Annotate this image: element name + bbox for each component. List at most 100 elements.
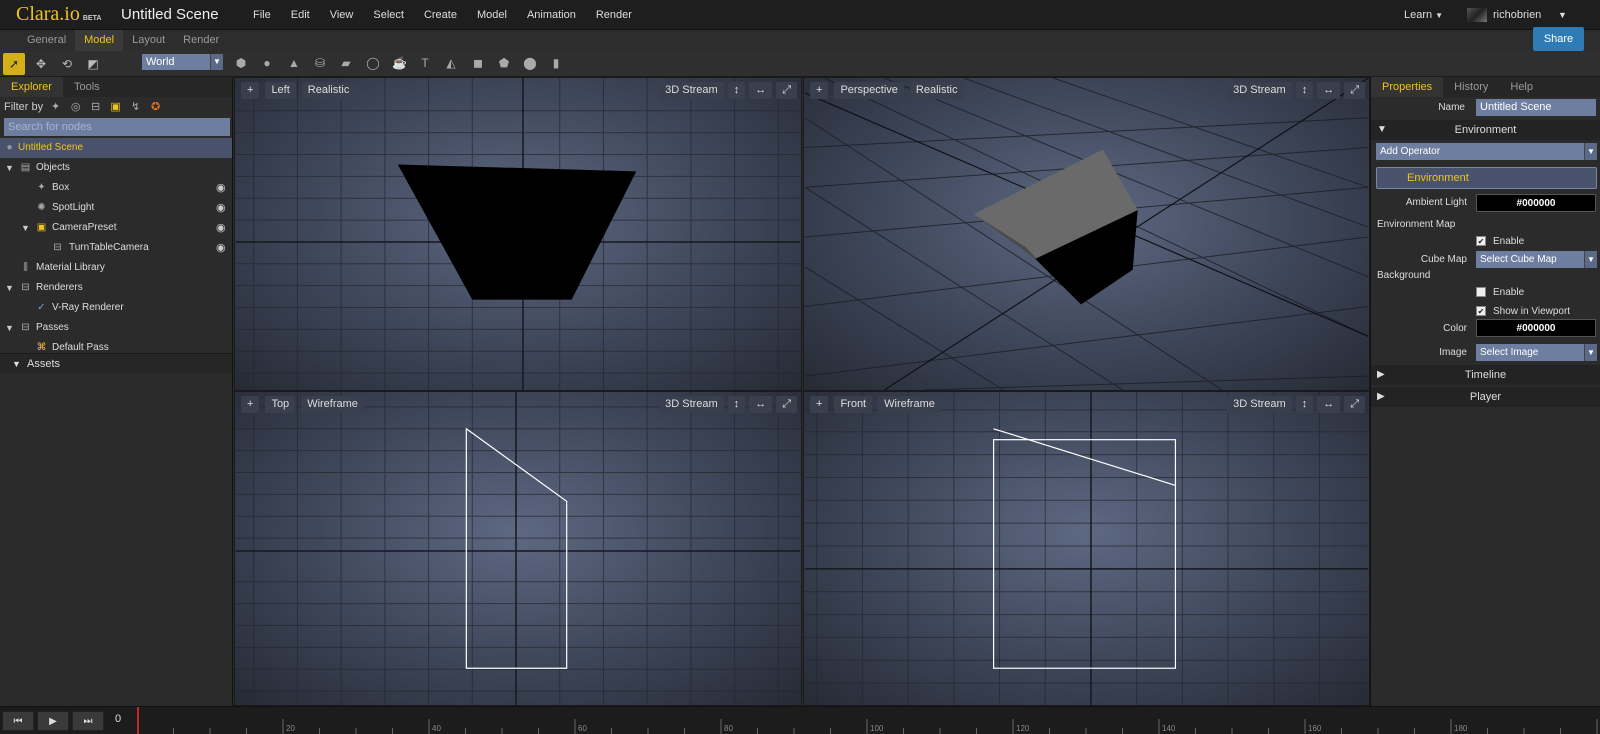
3d-stream-button[interactable]: 3D Stream	[1227, 81, 1292, 99]
sphere-primitive-icon[interactable]: ●	[260, 56, 274, 70]
expand-vertical-icon[interactable]: ↕	[1295, 395, 1314, 413]
filter-camera-icon[interactable]: ⊟	[89, 101, 102, 114]
expand-horizontal-icon[interactable]: ↔	[1317, 81, 1341, 99]
cylinder-primitive-icon[interactable]: ⛁	[313, 56, 327, 70]
pyramid-primitive-icon[interactable]: ◭	[444, 56, 458, 70]
user-menu[interactable]: richobrien	[1467, 7, 1541, 23]
3d-stream-button[interactable]: 3D Stream	[659, 395, 724, 413]
viewport-shading-select[interactable]: Realistic	[909, 81, 964, 99]
menu-file[interactable]: File	[243, 0, 281, 30]
image-select[interactable]: Select Image ▼	[1476, 344, 1597, 361]
viewport-top[interactable]: + Top Wireframe 3D Stream ↕ ↔ ⤢	[234, 391, 802, 706]
tab-general[interactable]: General	[18, 30, 75, 51]
tab-layout[interactable]: Layout	[123, 30, 174, 51]
playhead[interactable]	[137, 707, 139, 734]
env-map-enable-checkbox[interactable]: ✔ Enable	[1476, 234, 1524, 248]
coordinate-space-select[interactable]: World ▼	[142, 54, 223, 70]
bg-enable-checkbox[interactable]: Enable	[1476, 285, 1524, 299]
expand-horizontal-icon[interactable]: ↔	[749, 395, 773, 413]
tab-properties[interactable]: Properties	[1371, 77, 1444, 97]
play-icon[interactable]: ▶	[37, 711, 69, 731]
tree-item-turntablecamera[interactable]: ⊟ TurnTableCamera ◉	[0, 238, 232, 258]
geosphere-primitive-icon[interactable]: ⬟	[497, 56, 511, 70]
viewport-add-button[interactable]: +	[810, 395, 829, 413]
timeline-section-header[interactable]: ▶ Timeline	[1371, 365, 1600, 385]
filter-group-icon[interactable]: ▣	[109, 101, 122, 114]
clara-logo[interactable]: Clara.io BETA	[16, 3, 101, 26]
menu-create[interactable]: Create	[414, 0, 467, 30]
maximize-icon[interactable]: ⤢	[776, 395, 797, 413]
menu-model[interactable]: Model	[467, 0, 517, 30]
skip-to-end-icon[interactable]: ⏭	[72, 711, 104, 731]
chevron-down-icon[interactable]: ▼	[5, 318, 14, 338]
chevron-down-icon[interactable]: ▼	[5, 278, 14, 298]
tree-item-vray-renderer[interactable]: ✓ V-Ray Renderer	[0, 298, 232, 318]
tube-primitive-icon[interactable]: ◼	[471, 56, 485, 70]
viewport-shading-select[interactable]: Wireframe	[878, 395, 941, 413]
viewport-view-select[interactable]: Top	[265, 395, 296, 413]
tree-item-untitled-scene[interactable]: ● Untitled Scene	[0, 138, 232, 158]
cube-map-select[interactable]: Select Cube Map ▼	[1476, 251, 1597, 268]
expand-vertical-icon[interactable]: ↕	[727, 395, 746, 413]
capsule-primitive-icon[interactable]: ▮	[549, 56, 563, 70]
environment-operator-item[interactable]: Environment	[1376, 167, 1597, 189]
viewport-view-select[interactable]: Perspective	[834, 81, 904, 99]
plane-primitive-icon[interactable]: ▰	[339, 56, 353, 70]
tab-render[interactable]: Render	[174, 30, 228, 51]
viewport-view-select[interactable]: Left	[265, 81, 296, 99]
name-field[interactable]	[1476, 99, 1596, 116]
tree-item-camerapreset[interactable]: ▼ ▣ CameraPreset ◉	[0, 218, 232, 238]
filter-light-icon[interactable]: ◎	[69, 101, 82, 114]
viewport-shading-select[interactable]: Wireframe	[301, 395, 364, 413]
player-section-header[interactable]: ▶ Player	[1371, 387, 1600, 407]
menu-select[interactable]: Select	[363, 0, 414, 30]
expand-horizontal-icon[interactable]: ↔	[749, 81, 773, 99]
add-operator-select[interactable]: Add Operator ▼	[1376, 143, 1597, 160]
menu-view[interactable]: View	[320, 0, 364, 30]
select-tool-icon[interactable]: ➚	[3, 53, 25, 75]
show-in-viewport-checkbox[interactable]: ✔ Show in Viewport	[1476, 304, 1570, 318]
rotate-tool-icon[interactable]: ⟲	[56, 53, 78, 75]
3d-stream-button[interactable]: 3D Stream	[1227, 395, 1292, 413]
share-button[interactable]: Share	[1533, 27, 1584, 51]
tree-item-spotlight[interactable]: ✺ SpotLight ◉	[0, 198, 232, 218]
cone-primitive-icon[interactable]: ▲	[287, 56, 301, 70]
tree-item-material-library[interactable]: ⫼ Material Library	[0, 258, 232, 278]
viewport-shading-select[interactable]: Realistic	[301, 81, 356, 99]
eye-icon[interactable]: ◉	[216, 178, 226, 198]
maximize-icon[interactable]: ⤢	[776, 81, 797, 99]
timeline-ruler[interactable]: 20 40 60 80 100 120 140 160 180	[137, 707, 1600, 734]
eye-icon[interactable]: ◉	[216, 198, 226, 218]
skip-to-start-icon[interactable]: ⏮	[2, 711, 34, 731]
eye-icon[interactable]: ◉	[216, 238, 226, 258]
menu-edit[interactable]: Edit	[281, 0, 320, 30]
tree-item-objects[interactable]: ▼ ▤ Objects	[0, 158, 232, 178]
scale-tool-icon[interactable]: ◩	[82, 53, 104, 75]
eye-icon[interactable]: ◉	[216, 218, 226, 238]
move-tool-icon[interactable]: ✥	[30, 53, 52, 75]
menu-render[interactable]: Render	[586, 0, 642, 30]
viewport-left[interactable]: + Left Realistic 3D Stream ↕ ↔ ⤢	[234, 77, 802, 391]
text-primitive-icon[interactable]: T	[418, 56, 432, 70]
tab-explorer[interactable]: Explorer	[0, 77, 63, 97]
environment-section-header[interactable]: ▼ Environment	[1371, 120, 1600, 140]
tab-history[interactable]: History	[1443, 77, 1499, 97]
background-color[interactable]: #000000	[1476, 319, 1596, 337]
expand-horizontal-icon[interactable]: ↔	[1317, 395, 1341, 413]
learn-menu[interactable]: Learn ▼	[1404, 0, 1443, 31]
caret-down-icon[interactable]: ▼	[1558, 0, 1567, 30]
tab-help[interactable]: Help	[1499, 77, 1544, 97]
box-primitive-icon[interactable]: ⬢	[234, 56, 248, 70]
tree-item-passes[interactable]: ▼ ⊟ Passes	[0, 318, 232, 338]
tree-item-renderers[interactable]: ▼ ⊟ Renderers	[0, 278, 232, 298]
viewport-front[interactable]: + Front Wireframe 3D Stream ↕ ↔ ⤢	[803, 391, 1370, 706]
filter-mesh-icon[interactable]: ✦	[49, 101, 62, 114]
expand-vertical-icon[interactable]: ↕	[727, 81, 746, 99]
viewport-add-button[interactable]: +	[241, 81, 260, 99]
tree-item-box[interactable]: ✦ Box ◉	[0, 178, 232, 198]
maximize-icon[interactable]: ⤢	[1344, 395, 1365, 413]
assets-section[interactable]: ▼ Assets	[0, 353, 232, 373]
disc-primitive-icon[interactable]: ⬤	[523, 56, 537, 70]
ambient-light-color[interactable]: #000000	[1476, 194, 1596, 212]
torus-primitive-icon[interactable]: ◯	[366, 56, 380, 70]
